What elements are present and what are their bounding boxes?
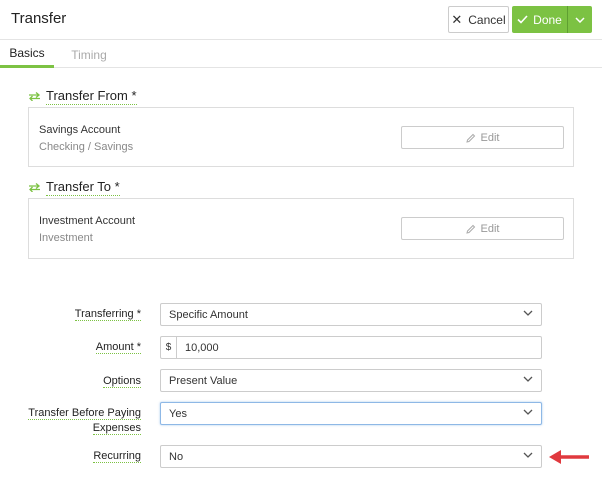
transfer-from-title: Transfer From * bbox=[46, 88, 137, 105]
recurring-select[interactable]: No bbox=[160, 445, 542, 468]
cancel-button[interactable]: ✕ Cancel bbox=[448, 6, 509, 33]
dialog-title: Transfer bbox=[11, 10, 67, 27]
chevron-down-icon bbox=[523, 409, 533, 415]
checkmark-icon bbox=[517, 15, 528, 24]
currency-prefix: $ bbox=[161, 337, 177, 358]
transferring-label: Transferring * bbox=[74, 308, 141, 321]
to-account-type: Investment bbox=[39, 232, 93, 244]
done-options-button[interactable] bbox=[567, 6, 592, 33]
recurring-value: No bbox=[169, 450, 184, 463]
pencil-icon bbox=[465, 224, 475, 234]
amount-field[interactable]: $ 10,000 bbox=[160, 336, 542, 359]
recurring-label: Recurring bbox=[93, 450, 141, 463]
tab-bar: Basics Timing bbox=[0, 41, 602, 68]
close-icon: ✕ bbox=[451, 11, 463, 27]
pencil-icon bbox=[465, 133, 475, 143]
options-select[interactable]: Present Value bbox=[160, 369, 542, 392]
transfer-arrows-icon bbox=[29, 92, 41, 101]
done-button[interactable]: Done bbox=[512, 6, 567, 33]
chevron-down-icon bbox=[523, 452, 533, 458]
amount-value[interactable]: 10,000 bbox=[177, 342, 219, 354]
edit-to-button[interactable]: Edit bbox=[401, 217, 564, 240]
red-arrow-icon bbox=[549, 450, 589, 464]
tab-timing[interactable]: Timing bbox=[62, 41, 116, 68]
edit-label: Edit bbox=[480, 131, 500, 144]
edit-from-button[interactable]: Edit bbox=[401, 126, 564, 149]
from-account-type: Checking / Savings bbox=[39, 141, 134, 153]
options-value: Present Value bbox=[169, 374, 238, 387]
to-account-name: Investment Account bbox=[39, 215, 135, 227]
transfer-from-heading: Transfer From * bbox=[28, 88, 137, 105]
transfer-to-heading: Transfer To * bbox=[28, 179, 120, 196]
transfer-from-card: Savings Account Checking / Savings Edit bbox=[28, 107, 574, 167]
transferring-value: Specific Amount bbox=[169, 308, 248, 321]
from-account-name: Savings Account bbox=[39, 124, 121, 136]
tab-basics[interactable]: Basics bbox=[0, 41, 54, 68]
transfer-to-title: Transfer To * bbox=[46, 179, 120, 196]
amount-label: Amount * bbox=[95, 341, 141, 354]
edit-label: Edit bbox=[480, 222, 500, 235]
transfer-to-card: Investment Account Investment Edit bbox=[28, 198, 574, 259]
transfer-before-label: Transfer Before Paying Expenses bbox=[28, 407, 141, 435]
transfer-before-select[interactable]: Yes bbox=[160, 402, 542, 425]
dialog-header: Transfer ✕ Cancel Done bbox=[0, 0, 602, 40]
options-label: Options bbox=[103, 375, 141, 388]
transferring-select[interactable]: Specific Amount bbox=[160, 303, 542, 326]
chevron-down-icon bbox=[575, 16, 585, 23]
chevron-down-icon bbox=[523, 376, 533, 382]
chevron-down-icon bbox=[523, 310, 533, 316]
transfer-arrows-icon bbox=[29, 183, 41, 192]
done-label: Done bbox=[533, 12, 562, 27]
transfer-before-value: Yes bbox=[169, 407, 187, 420]
cancel-label: Cancel bbox=[468, 12, 506, 27]
